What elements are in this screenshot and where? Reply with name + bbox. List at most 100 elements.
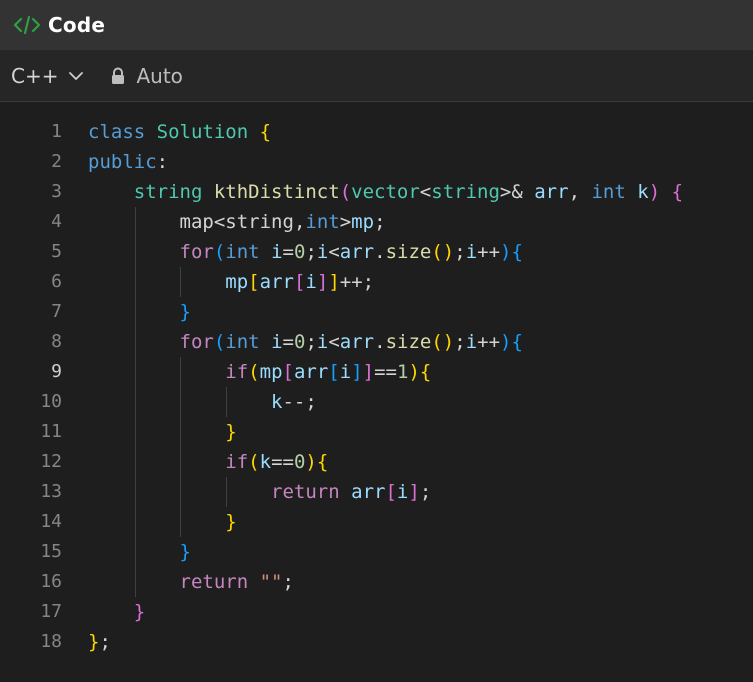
code-token: ; bbox=[305, 331, 317, 353]
code-line: map<string,int>mp; bbox=[88, 207, 683, 237]
variable: arr bbox=[293, 361, 329, 383]
code-line: if(k==0){ bbox=[88, 447, 683, 477]
variable: i bbox=[465, 331, 478, 353]
code-line: mp[arr[i]]++; bbox=[88, 267, 683, 297]
indent-guide bbox=[134, 297, 136, 327]
bracket: } bbox=[225, 421, 237, 443]
indent-guide bbox=[180, 417, 182, 447]
code-token: ++ bbox=[477, 331, 501, 353]
language-label: C++ bbox=[11, 63, 59, 88]
line-number: 6 bbox=[51, 271, 62, 292]
indent-guide bbox=[226, 477, 228, 507]
control-keyword: if bbox=[225, 361, 249, 383]
code-token: ; bbox=[454, 331, 466, 353]
line-number: 10 bbox=[40, 391, 62, 412]
variable: i bbox=[316, 241, 329, 263]
code-token: ; bbox=[99, 631, 111, 653]
bracket: ) bbox=[500, 241, 512, 263]
code-token: < bbox=[328, 241, 340, 263]
variable: k bbox=[271, 391, 283, 413]
indent-guide bbox=[134, 507, 136, 537]
variable: k bbox=[637, 181, 649, 203]
code-area[interactable]: class Solution {public: string kthDistin… bbox=[88, 117, 683, 657]
code-line: k--; bbox=[88, 387, 683, 417]
code-token: --; bbox=[282, 391, 317, 413]
code-token: == bbox=[271, 451, 294, 473]
number-literal: 0 bbox=[293, 241, 306, 263]
language-selector[interactable]: C++ bbox=[11, 64, 84, 88]
line-number-gutter: 1 2 3 4 5 6 7 8 9 10 11 12 13 14 15 16 1… bbox=[0, 117, 62, 657]
code-line: for(int i=0;i<arr.size();i++){ bbox=[88, 327, 683, 357]
keyword: class bbox=[88, 121, 146, 143]
indent-guide bbox=[180, 387, 182, 417]
line-number: 16 bbox=[40, 571, 62, 592]
line-number: 7 bbox=[51, 301, 62, 322]
line-number: 18 bbox=[40, 631, 62, 652]
line-number: 1 bbox=[51, 121, 62, 142]
panel-title: Code bbox=[48, 13, 106, 37]
code-line: } bbox=[88, 297, 683, 327]
function-name: size bbox=[385, 241, 432, 263]
keyword: string bbox=[133, 181, 203, 203]
function-name: kthDistinct bbox=[213, 181, 340, 203]
variable: i bbox=[271, 241, 283, 263]
code-token: ; bbox=[282, 571, 294, 593]
variable: arr bbox=[351, 481, 386, 503]
variable: mp bbox=[225, 271, 249, 293]
keyword: int bbox=[305, 211, 340, 233]
indent-guide bbox=[134, 267, 136, 297]
control-keyword: for bbox=[179, 331, 214, 353]
bracket: ( bbox=[248, 361, 260, 383]
auto-mode-indicator[interactable]: Auto bbox=[110, 63, 183, 88]
bracket: [ bbox=[248, 271, 260, 293]
control-keyword: return bbox=[179, 571, 249, 593]
bracket: [ bbox=[293, 271, 306, 293]
bracket: ) bbox=[442, 331, 455, 353]
line-number: 5 bbox=[51, 241, 62, 262]
line-number: 4 bbox=[51, 211, 62, 232]
indent-guide bbox=[134, 537, 136, 567]
indent-guide bbox=[134, 477, 136, 507]
variable: i bbox=[465, 241, 478, 263]
panel-header: Code bbox=[0, 0, 753, 50]
line-number-active: 9 bbox=[51, 361, 62, 382]
variable: arr bbox=[534, 181, 569, 203]
bracket: ( bbox=[431, 331, 443, 353]
bracket: ] bbox=[362, 361, 375, 383]
variable: i bbox=[316, 331, 329, 353]
line-number: 12 bbox=[40, 451, 62, 472]
bracket: { bbox=[419, 361, 432, 383]
indent-guide bbox=[180, 507, 182, 537]
variable: arr bbox=[259, 271, 294, 293]
line-number: 17 bbox=[40, 601, 62, 622]
number-literal: 0 bbox=[293, 451, 306, 473]
bracket: ] bbox=[316, 271, 329, 293]
code-line: return arr[i]; bbox=[88, 477, 683, 507]
code-line: } bbox=[88, 507, 683, 537]
bracket: { bbox=[511, 331, 523, 353]
bracket: ( bbox=[213, 241, 226, 263]
indent-guide bbox=[180, 477, 182, 507]
indent-guide bbox=[134, 417, 136, 447]
indent-guide bbox=[134, 207, 136, 237]
variable: k bbox=[259, 451, 272, 473]
variable: i bbox=[396, 481, 409, 503]
mode-label: Auto bbox=[136, 63, 183, 88]
variable: mp bbox=[259, 361, 283, 383]
indent-guide bbox=[134, 237, 136, 267]
keyword: public bbox=[88, 151, 157, 173]
line-number: 8 bbox=[51, 331, 62, 352]
code-token: ; bbox=[305, 241, 317, 263]
bracket: [ bbox=[328, 361, 340, 383]
code-editor[interactable]: 1 2 3 4 5 6 7 8 9 10 11 12 13 14 15 16 1… bbox=[0, 103, 753, 682]
bracket: ( bbox=[213, 331, 226, 353]
bracket: ) bbox=[442, 241, 455, 263]
